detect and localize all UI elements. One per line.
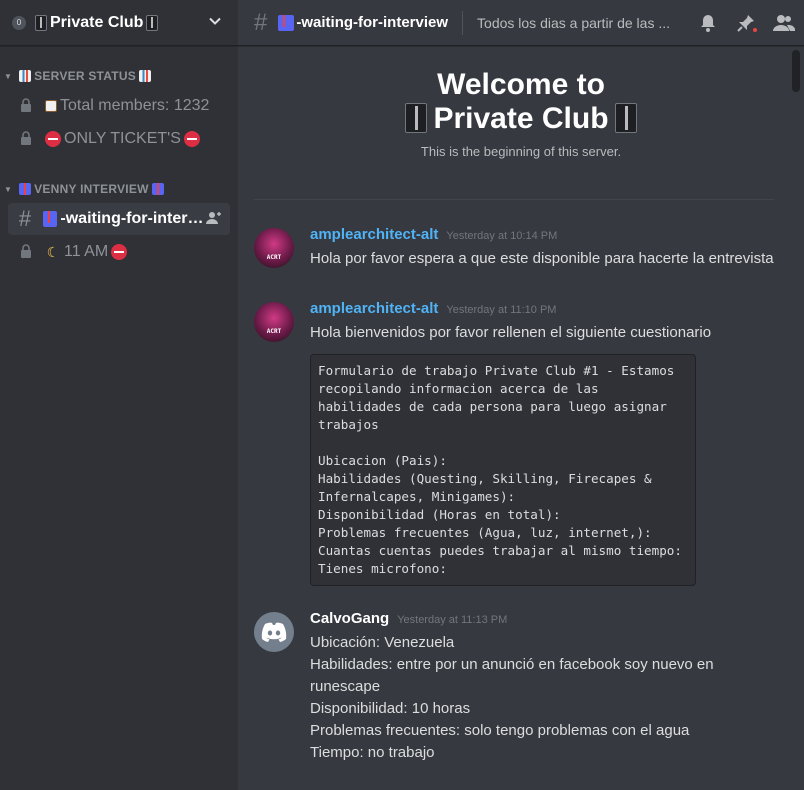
header-divider xyxy=(462,10,464,35)
avatar-text: ACRT xyxy=(266,254,282,261)
add-member-icon[interactable] xyxy=(206,211,222,228)
message-text: Ubicación: Venezuela xyxy=(310,634,455,651)
gift-emoji-icon xyxy=(19,183,32,195)
chart-emoji-icon xyxy=(138,70,151,82)
text-channel-icon: # xyxy=(18,206,32,231)
message-timestamp: Yesterday at 10:14 PM xyxy=(446,230,558,242)
lock-icon xyxy=(16,97,36,115)
channel-label: -waiting-for-interview xyxy=(60,210,206,227)
no-entry-emoji-icon xyxy=(45,131,61,147)
server-badge: 0 xyxy=(12,15,26,30)
message-timestamp: Yesterday at 11:10 PM xyxy=(446,304,557,316)
channel-title: -waiting-for-interview xyxy=(296,14,449,31)
channel-topic[interactable]: Todos los dias a partir de las ... xyxy=(477,15,682,31)
channel-waiting-for-interview[interactable]: # -waiting-for-interview xyxy=(8,203,230,235)
welcome-title-line1: Welcome to xyxy=(437,68,605,101)
channel-total-members[interactable]: Total members: 1232 xyxy=(8,90,230,122)
server-name: Private Club xyxy=(50,13,144,31)
gift-emoji-icon xyxy=(151,183,164,195)
discord-logo-icon xyxy=(261,622,287,642)
channel-11-am[interactable]: ☾ 11 AM xyxy=(8,236,230,268)
tuxedo-emoji-icon xyxy=(35,14,47,31)
avatar[interactable]: ACRT xyxy=(254,228,294,268)
welcome-title-line2: Private Club xyxy=(238,102,804,136)
scrollbar-thumb[interactable] xyxy=(792,50,800,92)
channel-sidebar: 0 Private Club ▼ SERVER STATUS Total mem… xyxy=(0,0,238,790)
message-text: Hola bienvenidos por favor rellenen el s… xyxy=(310,324,712,341)
tuxedo-emoji-icon xyxy=(614,103,637,133)
tuxedo-emoji-icon xyxy=(146,14,159,31)
channel-label: ONLY TICKET'S xyxy=(64,130,181,147)
message[interactable]: ACRT amplearchitect-alt Yesterday at 10:… xyxy=(238,226,804,270)
message-text: Hola por favor espera a que este disponi… xyxy=(310,250,774,267)
message-author[interactable]: CalvoGang xyxy=(310,610,389,627)
message-author[interactable]: amplearchitect-alt xyxy=(310,226,438,243)
text-channel-icon: # xyxy=(254,8,268,36)
bell-icon[interactable] xyxy=(696,11,720,35)
avatar[interactable] xyxy=(254,612,294,652)
server-header[interactable]: 0 Private Club xyxy=(0,0,238,46)
caret-down-icon: ▼ xyxy=(4,71,13,81)
lock-icon xyxy=(16,130,36,148)
abacus-emoji-icon xyxy=(45,100,57,112)
no-entry-emoji-icon xyxy=(111,244,128,260)
message-timestamp: Yesterday at 11:13 PM xyxy=(397,614,508,626)
divider xyxy=(254,199,774,200)
welcome-subtitle: This is the beginning of this server. xyxy=(420,144,622,159)
tuxedo-emoji-icon xyxy=(405,103,428,133)
welcome-banner: Welcome to Private Club This is the begi… xyxy=(238,46,804,159)
category-label: VENNY INTERVIEW xyxy=(34,182,149,196)
crescent-moon-emoji-icon: ☾ xyxy=(46,244,60,260)
category-venny-interview[interactable]: ▼ VENNY INTERVIEW xyxy=(0,181,238,197)
category-label: SERVER STATUS xyxy=(34,69,136,83)
message-text: Tiempo: no trabajo xyxy=(310,744,435,761)
gift-emoji-icon xyxy=(43,211,58,227)
message-text: Disponibilidad: 10 horas xyxy=(310,700,471,717)
category-server-status[interactable]: ▼ SERVER STATUS xyxy=(0,68,238,84)
pin-icon[interactable] xyxy=(734,11,759,35)
message-list[interactable]: Welcome to Private Club This is the begi… xyxy=(238,46,804,790)
channel-only-tickets[interactable]: ONLY TICKET'S xyxy=(8,123,230,155)
message[interactable]: CalvoGang Yesterday at 11:13 PM Ubicació… xyxy=(238,610,804,764)
no-entry-emoji-icon xyxy=(183,131,200,147)
chart-emoji-icon xyxy=(19,70,32,82)
channel-label: 11 AM xyxy=(64,243,109,260)
message-text: Habilidades: entre por un anunció en fac… xyxy=(310,656,714,695)
gift-emoji-icon xyxy=(278,14,295,31)
unread-dot xyxy=(751,25,759,34)
welcome-server-name: Private Club xyxy=(433,102,609,135)
avatar-text: ACRT xyxy=(266,328,282,335)
caret-down-icon: ▼ xyxy=(4,184,13,194)
code-block[interactable]: Formulario de trabajo Private Club #1 - … xyxy=(310,354,696,586)
message-author[interactable]: amplearchitect-alt xyxy=(310,300,438,317)
chevron-down-icon[interactable] xyxy=(208,14,222,31)
message-text: Problemas frecuentes: solo tengo problem… xyxy=(310,722,690,739)
channel-label: Total members: 1232 xyxy=(60,97,210,114)
message[interactable]: ACRT amplearchitect-alt Yesterday at 11:… xyxy=(238,300,804,586)
lock-icon xyxy=(16,243,36,261)
channel-header: # -waiting-for-interview Todos los dias … xyxy=(238,0,804,46)
member-list-icon[interactable] xyxy=(772,11,796,35)
avatar[interactable]: ACRT xyxy=(254,302,294,342)
